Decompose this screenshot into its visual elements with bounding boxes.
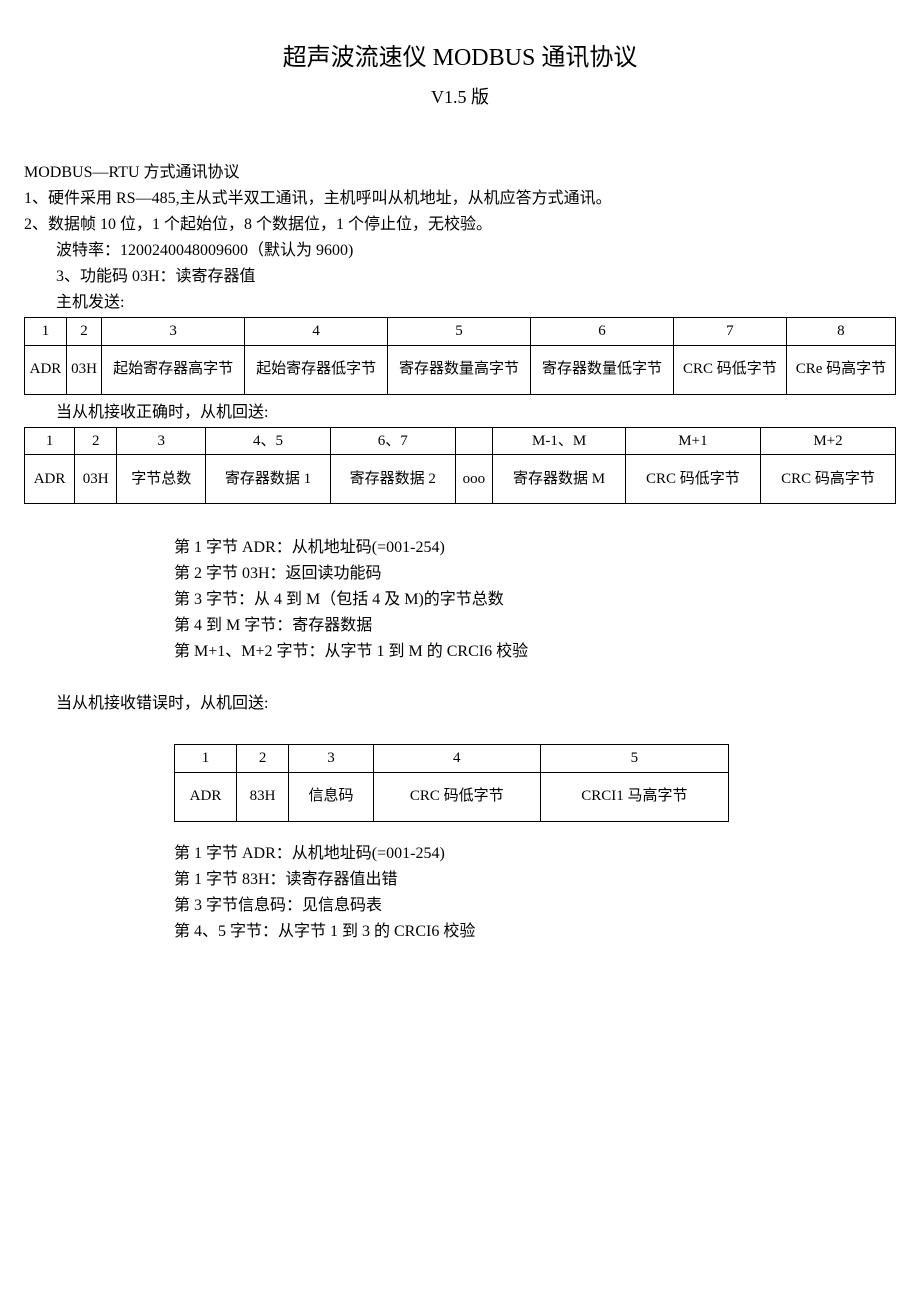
table-header-cell: 6: [531, 318, 674, 346]
table-cell: ADR: [175, 772, 237, 821]
protocol-header: MODBUS—RTU 方式通讯协议: [24, 161, 896, 185]
page-title: 超声波流速仪 MODBUS 通讯协议: [24, 40, 896, 76]
table-cell: CRC 码高字节: [760, 455, 895, 504]
table-header-cell: [455, 427, 493, 455]
table-cell: 字节总数: [117, 455, 206, 504]
table-cell: CRC 码低字节: [625, 455, 760, 504]
table-header-cell: 6、7: [330, 427, 455, 455]
table-cell: 寄存器数据 M: [493, 455, 626, 504]
table-cell: 起始寄存器高字节: [102, 345, 245, 394]
dataframe-line: 2、数据帧 10 位，1 个起始位，8 个数据位，1 个停止位，无校验。: [24, 213, 896, 237]
description-line: 第 M+1、M+2 字节：从字节 1 到 M 的 CRCI6 校验: [174, 640, 896, 664]
table-header-cell: 2: [237, 745, 289, 773]
slave-reply-err-table: 1 2 3 4 5 ADR 83H 信息码 CRC 码低字节 CRCI1 马高字…: [174, 744, 729, 822]
table-header-cell: 8: [786, 318, 895, 346]
table-cell: ooo: [455, 455, 493, 504]
slave-reply-ok-label: 当从机接收正确时，从机回送:: [56, 401, 896, 425]
table-cell: 03H: [66, 345, 101, 394]
description-line: 第 4 到 M 字节：寄存器数据: [174, 614, 896, 638]
table-header-cell: 7: [673, 318, 786, 346]
table-header-cell: 1: [25, 318, 67, 346]
table-cell: 起始寄存器低字节: [245, 345, 388, 394]
table-cell: ADR: [25, 345, 67, 394]
table-cell: 83H: [237, 772, 289, 821]
table-cell: 信息码: [289, 772, 374, 821]
description-line: 第 1 字节 ADR：从机地址码(=001-254): [174, 536, 896, 560]
table-cell: CRe 码高字节: [786, 345, 895, 394]
function-code-line: 3、功能码 03H：读寄存器值: [56, 265, 896, 289]
table-cell: CRC 码低字节: [673, 345, 786, 394]
table-cell: 寄存器数据 2: [330, 455, 455, 504]
description-line: 第 1 字节 83H：读寄存器值出错: [174, 868, 896, 892]
table-header-cell: 1: [25, 427, 75, 455]
table-header-cell: 2: [66, 318, 101, 346]
table-header-cell: 4: [373, 745, 540, 773]
table-cell: CRCI1 马高字节: [540, 772, 728, 821]
table-cell: 寄存器数据 1: [206, 455, 331, 504]
table-header-cell: 2: [75, 427, 117, 455]
slave-reply-ok-table: 1 2 3 4、5 6、7 M-1、M M+1 M+2 ADR 03H 字节总数…: [24, 427, 896, 505]
slave-reply-err-label: 当从机接收错误时，从机回送:: [56, 692, 896, 716]
table-header-cell: M+1: [625, 427, 760, 455]
description-line: 第 1 字节 ADR：从机地址码(=001-254): [174, 842, 896, 866]
description-line: 第 3 字节信息码：见信息码表: [174, 894, 896, 918]
table-header-cell: M+2: [760, 427, 895, 455]
table-header-cell: 5: [540, 745, 728, 773]
table-cell: 寄存器数量高字节: [388, 345, 531, 394]
hardware-line: 1、硬件采用 RS—485,主从式半双工通讯，主机呼叫从机地址，从机应答方式通讯…: [24, 187, 896, 211]
table-cell: 03H: [75, 455, 117, 504]
table-cell: CRC 码低字节: [373, 772, 540, 821]
description-line: 第 4、5 字节：从字节 1 到 3 的 CRCI6 校验: [174, 920, 896, 944]
table-header-cell: 3: [102, 318, 245, 346]
table-cell: 寄存器数量低字节: [531, 345, 674, 394]
table-cell: ADR: [25, 455, 75, 504]
table-header-cell: M-1、M: [493, 427, 626, 455]
table-header-cell: 1: [175, 745, 237, 773]
table-header-cell: 3: [117, 427, 206, 455]
table-header-cell: 4、5: [206, 427, 331, 455]
description-line: 第 2 字节 03H：返回读功能码: [174, 562, 896, 586]
baud-rate-line: 波特率：1200240048009600（默认为 9600): [56, 239, 896, 263]
version-label: V1.5 版: [24, 84, 896, 111]
table-header-cell: 3: [289, 745, 374, 773]
table-header-cell: 5: [388, 318, 531, 346]
host-send-table: 1 2 3 4 5 6 7 8 ADR 03H 起始寄存器高字节 起始寄存器低字…: [24, 317, 896, 395]
host-send-label: 主机发送:: [56, 291, 896, 315]
description-line: 第 3 字节：从 4 到 M（包括 4 及 M)的字节总数: [174, 588, 896, 612]
table-header-cell: 4: [245, 318, 388, 346]
